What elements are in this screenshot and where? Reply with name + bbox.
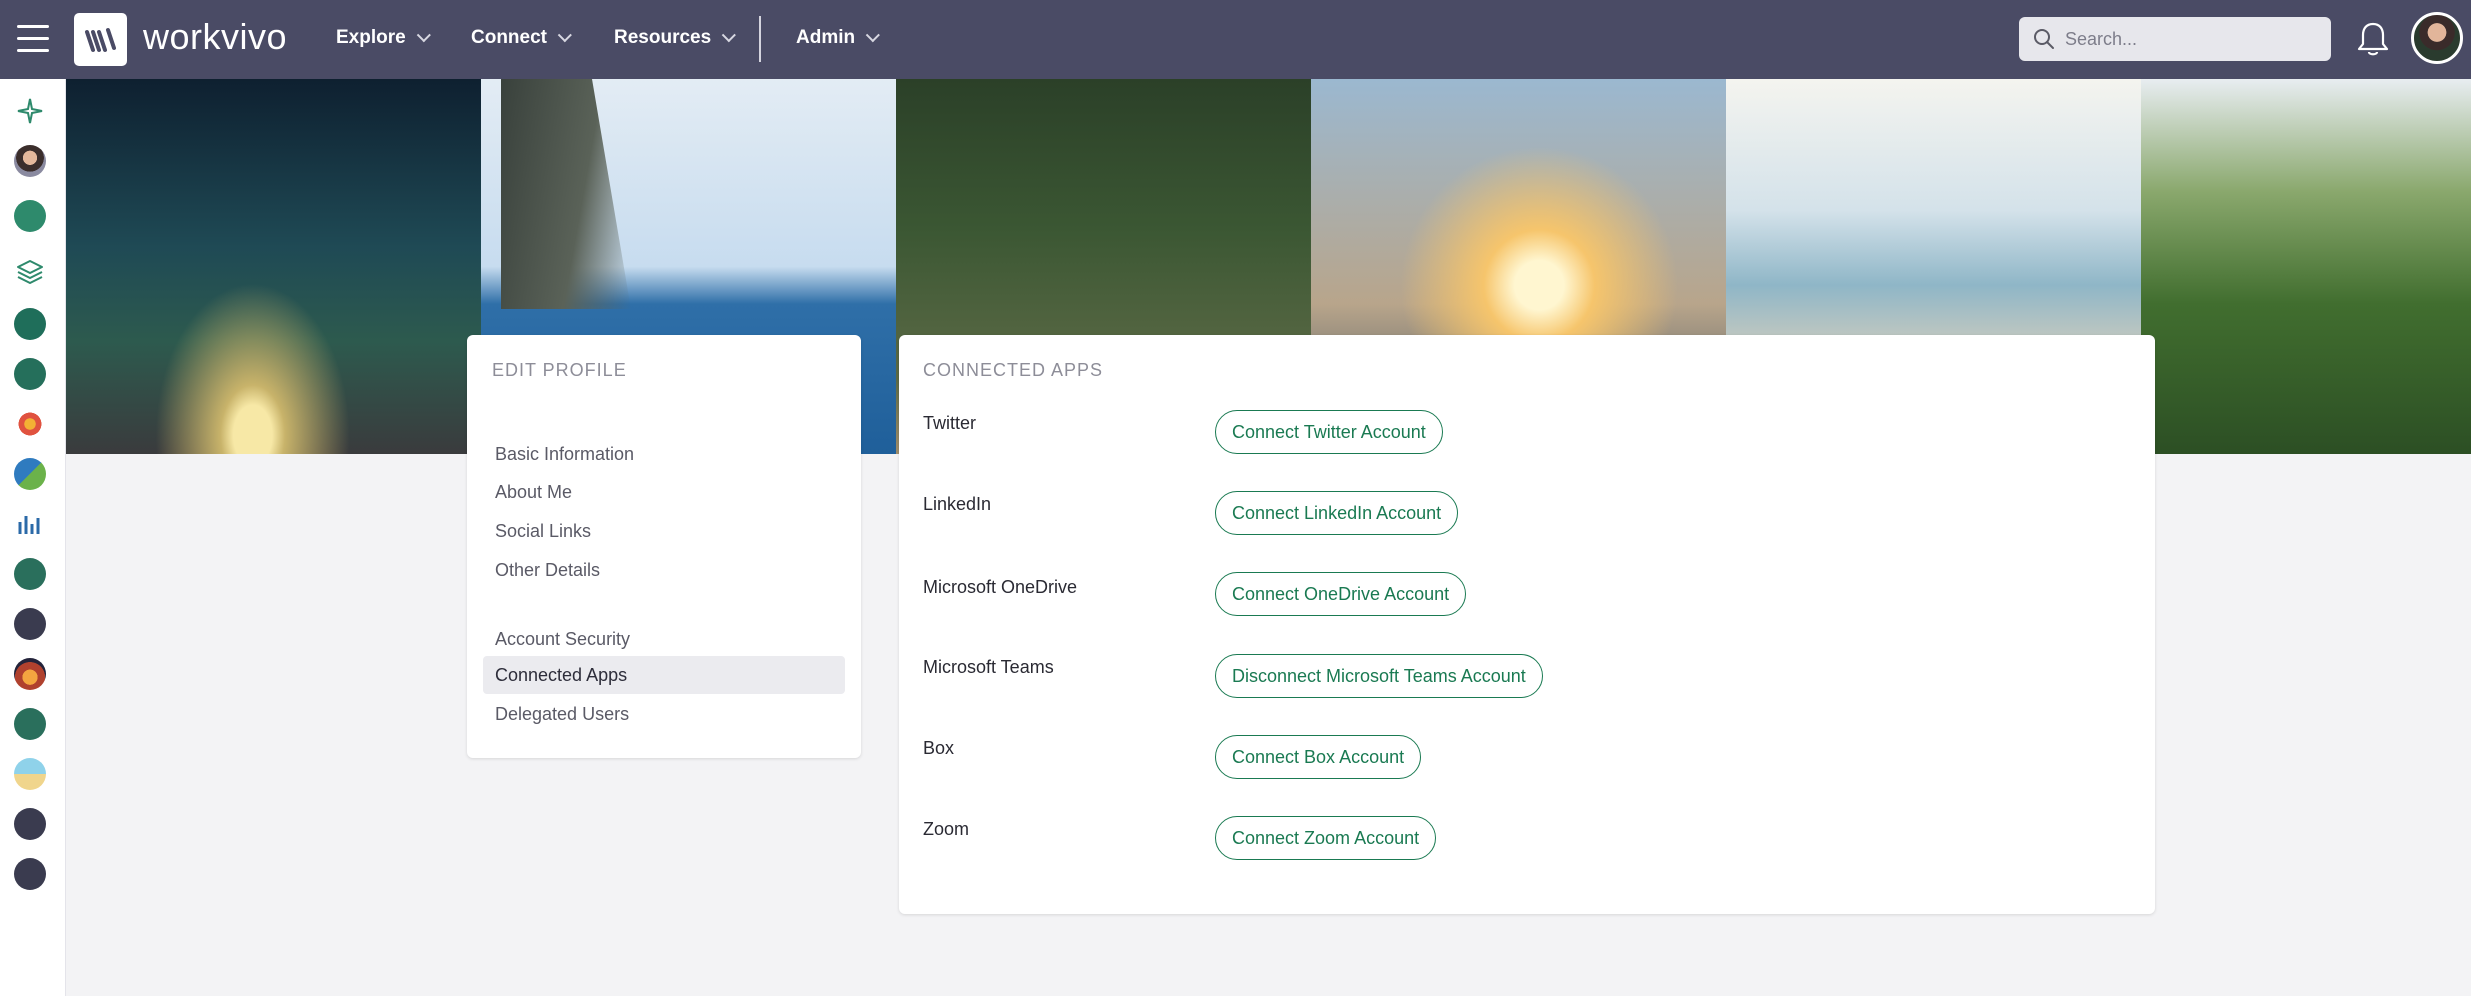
chevron-down-icon bbox=[721, 28, 737, 43]
workvivo-logo-icon[interactable] bbox=[14, 608, 46, 640]
org-logo-icon[interactable] bbox=[14, 708, 46, 740]
search-box[interactable] bbox=[2019, 17, 2331, 61]
sunset-logo-icon[interactable] bbox=[14, 658, 46, 690]
chevron-down-icon bbox=[865, 28, 881, 43]
app-name: Box bbox=[923, 738, 955, 758]
menu-delegated-users[interactable]: Delegated Users bbox=[483, 695, 845, 733]
left-app-rail bbox=[0, 79, 66, 996]
search-input[interactable] bbox=[2065, 28, 2315, 50]
sun-logo-icon[interactable] bbox=[14, 408, 46, 440]
connected-apps-heading: CONNECTED APPS bbox=[923, 360, 1104, 380]
app-row-teams: Microsoft Teams Disconnect Microsoft Tea… bbox=[923, 654, 2123, 699]
connect-box-button[interactable]: Connect Box Account bbox=[1215, 735, 1422, 779]
menu-connected-apps[interactable]: Connected Apps bbox=[483, 656, 845, 694]
app-name: Zoom bbox=[923, 819, 970, 839]
app-row-linkedin: LinkedIn Connect LinkedIn Account bbox=[923, 491, 2123, 536]
chart-icon[interactable] bbox=[14, 508, 46, 540]
connect-linkedin-button[interactable]: Connect LinkedIn Account bbox=[1215, 491, 1459, 535]
app-name: Microsoft OneDrive bbox=[923, 577, 1078, 597]
connect-onedrive-button[interactable]: Connect OneDrive Account bbox=[1215, 572, 1467, 616]
connect-twitter-button[interactable]: Connect Twitter Account bbox=[1215, 410, 1443, 454]
chevron-down-icon bbox=[557, 28, 572, 43]
app-row-onedrive: Microsoft OneDrive Connect OneDrive Acco… bbox=[923, 572, 2123, 617]
nav-explore-label: Explore bbox=[336, 27, 406, 48]
app-name: LinkedIn bbox=[923, 494, 992, 514]
app-name[interactable]: workvivo bbox=[143, 16, 287, 58]
nav-resources[interactable]: Resources bbox=[614, 27, 737, 49]
user-avatar-icon[interactable] bbox=[14, 145, 46, 177]
org-logo-icon[interactable] bbox=[14, 308, 46, 340]
heart-globe-icon[interactable] bbox=[14, 458, 46, 490]
cover-photo-camping bbox=[66, 79, 481, 454]
app-name: Microsoft Teams bbox=[923, 657, 1054, 677]
connect-zoom-button[interactable]: Connect Zoom Account bbox=[1215, 816, 1437, 860]
nav-admin-label: Admin bbox=[796, 27, 856, 48]
nav-resources-label: Resources bbox=[614, 27, 712, 48]
menu-account-security[interactable]: Account Security bbox=[483, 620, 845, 658]
nav-connect-label: Connect bbox=[471, 27, 547, 48]
app-row-zoom: Zoom Connect Zoom Account bbox=[923, 816, 2123, 861]
workvivo-logo-icon[interactable] bbox=[14, 858, 46, 890]
edit-profile-heading: EDIT PROFILE bbox=[492, 360, 627, 380]
org-logo-icon[interactable] bbox=[14, 358, 46, 390]
app-row-box: Box Connect Box Account bbox=[923, 735, 2123, 780]
nav-explore[interactable]: Explore bbox=[336, 27, 431, 49]
notifications-bell-icon[interactable] bbox=[2356, 20, 2390, 58]
menu-basic-information[interactable]: Basic Information bbox=[483, 435, 845, 473]
hamburger-menu-icon[interactable] bbox=[17, 25, 49, 52]
app-name: Twitter bbox=[923, 413, 977, 433]
workvivo-logo-icon[interactable] bbox=[74, 13, 127, 66]
beach-logo-icon[interactable] bbox=[14, 758, 46, 790]
app-row-twitter: Twitter Connect Twitter Account bbox=[923, 410, 2123, 455]
nav-admin[interactable]: Admin bbox=[796, 27, 881, 49]
cover-photo-hiker bbox=[2141, 79, 2471, 454]
top-navigation-bar: workvivo Explore Connect Resources Admin bbox=[0, 0, 2471, 79]
search-icon bbox=[2034, 29, 2054, 49]
sparkle-icon[interactable] bbox=[14, 95, 46, 127]
chevron-down-icon bbox=[416, 28, 431, 43]
menu-social-links[interactable]: Social Links bbox=[483, 512, 845, 550]
menu-about-me[interactable]: About Me bbox=[483, 473, 845, 511]
nav-divider bbox=[759, 16, 761, 62]
org-logo-icon[interactable] bbox=[14, 558, 46, 590]
layers-icon[interactable] bbox=[14, 255, 46, 287]
disconnect-teams-button[interactable]: Disconnect Microsoft Teams Account bbox=[1215, 654, 1543, 698]
user-avatar[interactable] bbox=[2411, 12, 2463, 64]
menu-other-details[interactable]: Other Details bbox=[483, 551, 845, 589]
nav-connect[interactable]: Connect bbox=[471, 27, 572, 49]
edit-profile-card: EDIT PROFILE Basic Information About Me … bbox=[467, 335, 861, 758]
compass-icon[interactable] bbox=[14, 200, 46, 232]
workvivo-logo-icon[interactable] bbox=[14, 808, 46, 840]
connected-apps-card: CONNECTED APPS Twitter Connect Twitter A… bbox=[899, 335, 2155, 914]
